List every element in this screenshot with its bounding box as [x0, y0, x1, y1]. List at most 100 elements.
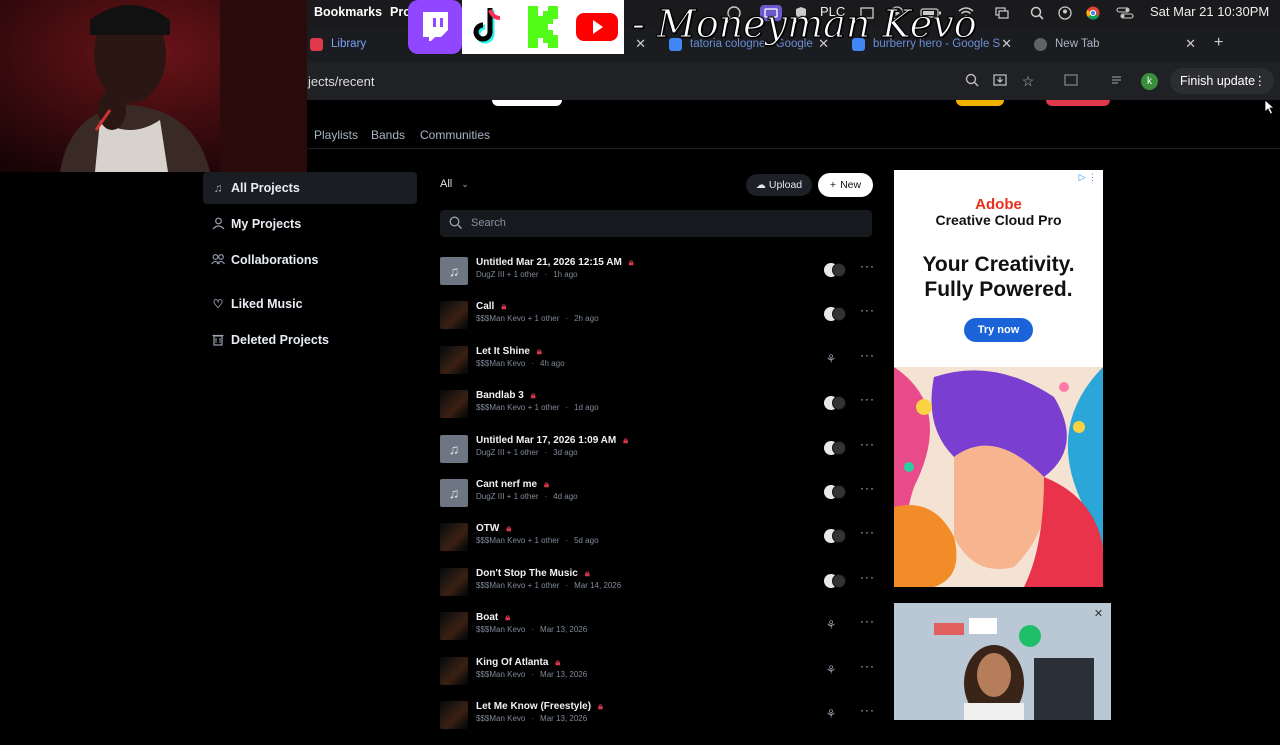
- ad-cta-button[interactable]: Try now: [964, 318, 1033, 342]
- project-title-wrap[interactable]: Cant nerf me 🔒︎: [476, 479, 549, 490]
- project-row[interactable]: Call 🔒︎ $$$Man Kevo + 1 other · 2h ago ···: [440, 301, 874, 345]
- project-row[interactable]: Bandlab 3 🔒︎ $$$Man Kevo + 1 other · 1d ago ·…: [440, 390, 874, 434]
- nav-playlists[interactable]: Playlists: [314, 128, 358, 142]
- more-options-icon[interactable]: ···: [860, 659, 875, 673]
- cover-art-thumbnail[interactable]: [440, 701, 468, 729]
- profile-avatar[interactable]: k: [1141, 73, 1158, 90]
- more-options-icon[interactable]: ···: [860, 348, 875, 362]
- project-row[interactable]: ♫ Untitled Mar 17, 2026 1:09 AM 🔒︎ DugZ III…: [440, 434, 875, 479]
- project-title-wrap[interactable]: Boat 🔒︎: [476, 612, 510, 623]
- zoom-icon[interactable]: [964, 73, 980, 89]
- tab-new-tab[interactable]: New Tab ✕: [1020, 30, 1202, 58]
- finish-update-button[interactable]: Finish update ⋮: [1170, 68, 1274, 94]
- upload-button[interactable]: ☁ Upload: [746, 174, 812, 196]
- nav-bands[interactable]: Bands: [371, 128, 405, 142]
- collaborators[interactable]: [824, 573, 852, 588]
- more-options-icon[interactable]: ···: [860, 570, 875, 584]
- control-center-icon[interactable]: [1116, 6, 1136, 20]
- tab-search-icon[interactable]: [1063, 73, 1079, 89]
- project-row[interactable]: King Of Atlanta 🔒︎ $$$Man Kevo · Mar 13, 202…: [440, 656, 875, 701]
- project-title[interactable]: King Of Atlanta: [476, 657, 548, 668]
- sidebar-item-collaborations[interactable]: Collaborations: [203, 244, 417, 276]
- more-options-icon[interactable]: ···: [860, 259, 875, 273]
- collaborators[interactable]: [824, 440, 852, 455]
- more-options-icon[interactable]: ···: [860, 481, 875, 495]
- new-tab-button[interactable]: +: [1214, 34, 1223, 52]
- search-input[interactable]: Search: [440, 210, 872, 237]
- project-title-wrap[interactable]: Don't Stop The Music 🔒︎: [476, 568, 590, 579]
- collaborators[interactable]: [824, 529, 852, 544]
- project-row[interactable]: ♫ Cant nerf me 🔒︎ DugZ III + 1 other · 4d ago…: [440, 479, 874, 523]
- project-title[interactable]: Let Me Know (Freestyle): [476, 701, 591, 712]
- cover-art-thumbnail[interactable]: [440, 345, 468, 374]
- sidebar-item-all-projects[interactable]: ♫ All Projects: [203, 172, 417, 204]
- chrome-icon[interactable]: [1086, 6, 1102, 20]
- project-title[interactable]: Cant nerf me: [476, 479, 537, 490]
- cover-art-thumbnail[interactable]: [440, 567, 468, 596]
- collaborators[interactable]: [824, 263, 852, 277]
- project-row[interactable]: Let Me Know (Freestyle) 🔒︎ $$$Man Kevo · Mar…: [440, 701, 874, 745]
- project-row[interactable]: ♫ Untitled Mar 21, 2026 12:15 AM 🔒︎ DugZ II…: [440, 257, 874, 301]
- spotlight-icon[interactable]: [1030, 6, 1046, 20]
- close-tab-icon[interactable]: ✕: [1001, 36, 1012, 52]
- nav-communities[interactable]: Communities: [420, 128, 490, 142]
- close-icon[interactable]: ✕: [1092, 608, 1105, 621]
- project-title-wrap[interactable]: Bandlab 3 🔒︎: [476, 390, 536, 401]
- user-icon[interactable]: [1058, 6, 1074, 20]
- project-row[interactable]: Let It Shine 🔒︎ $$$Man Kevo · 4h ago ⚘ ···: [440, 345, 875, 390]
- ad-video-banner[interactable]: ✕: [894, 603, 1111, 720]
- collaborators[interactable]: ⚘: [824, 618, 852, 632]
- sidebar-item-my-projects[interactable]: My Projects: [203, 208, 417, 240]
- sidebar-item-liked-music[interactable]: ♡ Liked Music: [203, 288, 417, 320]
- clock-datetime[interactable]: Sat Mar 21 10:30PM: [1150, 4, 1269, 19]
- music-note-thumbnail-icon[interactable]: ♫: [440, 434, 468, 463]
- project-title-wrap[interactable]: OTW 🔒︎: [476, 523, 511, 534]
- project-title-wrap[interactable]: Call 🔒︎: [476, 301, 506, 312]
- project-title[interactable]: Untitled Mar 17, 2026 1:09 AM: [476, 435, 616, 446]
- project-title-wrap[interactable]: Let It Shine 🔒︎: [476, 346, 542, 357]
- cover-art-thumbnail[interactable]: [440, 656, 468, 685]
- cover-art-thumbnail[interactable]: [440, 390, 468, 419]
- cover-art-thumbnail[interactable]: [440, 523, 468, 552]
- cover-art-thumbnail[interactable]: [440, 612, 468, 641]
- more-options-icon[interactable]: ···: [860, 614, 875, 628]
- collaborators[interactable]: [824, 485, 852, 499]
- music-note-thumbnail-icon[interactable]: ♫: [440, 479, 468, 507]
- collaborators[interactable]: [824, 307, 852, 322]
- filter-dropdown[interactable]: All ⌄: [440, 178, 469, 190]
- adchoices-icon[interactable]: ▷ ⋮: [1079, 172, 1097, 183]
- more-options-icon[interactable]: ···: [860, 392, 875, 406]
- project-title[interactable]: OTW: [476, 523, 499, 534]
- menu-bookmarks[interactable]: Bookmarks: [314, 5, 382, 19]
- media-queue-icon[interactable]: [1110, 73, 1126, 89]
- project-row[interactable]: Don't Stop The Music 🔒︎ $$$Man Kevo + 1 ot…: [440, 567, 875, 612]
- project-title-wrap[interactable]: Untitled Mar 21, 2026 12:15 AM 🔒︎: [476, 257, 634, 268]
- sidebar-item-deleted-projects[interactable]: Deleted Projects: [203, 324, 417, 356]
- project-title[interactable]: Let It Shine: [476, 346, 530, 357]
- more-options-icon[interactable]: ···: [860, 525, 875, 539]
- project-title[interactable]: Call: [476, 301, 494, 312]
- ad-banner[interactable]: ▷ ⋮ Adobe Creative Cloud Pro Your Creati…: [894, 170, 1103, 587]
- collaborators[interactable]: ⚘: [824, 707, 852, 721]
- collaborators[interactable]: ⚘: [824, 663, 852, 677]
- project-title[interactable]: Boat: [476, 612, 498, 623]
- more-options-icon[interactable]: ···: [860, 703, 875, 717]
- project-title-wrap[interactable]: Let Me Know (Freestyle) 🔒︎: [476, 701, 603, 712]
- cover-art-thumbnail[interactable]: [440, 301, 468, 330]
- install-app-icon[interactable]: [992, 73, 1008, 89]
- project-title-wrap[interactable]: Untitled Mar 17, 2026 1:09 AM 🔒︎: [476, 435, 628, 446]
- more-options-icon[interactable]: ···: [860, 303, 875, 317]
- project-row[interactable]: Boat 🔒︎ $$$Man Kevo · Mar 13, 2026 ⚘ ···: [440, 612, 874, 656]
- project-title[interactable]: Bandlab 3: [476, 390, 524, 401]
- screen-mirror-icon[interactable]: [995, 6, 1011, 20]
- project-title[interactable]: Untitled Mar 21, 2026 12:15 AM: [476, 257, 622, 268]
- more-options-icon[interactable]: ···: [860, 437, 875, 451]
- music-note-thumbnail-icon[interactable]: ♫: [440, 257, 468, 285]
- close-tab-icon[interactable]: ✕: [1185, 36, 1196, 52]
- project-row[interactable]: OTW 🔒︎ $$$Man Kevo + 1 other · 5d ago ···: [440, 523, 874, 567]
- collaborators[interactable]: [824, 396, 852, 411]
- project-title[interactable]: Don't Stop The Music: [476, 568, 578, 579]
- new-project-button[interactable]: + New: [818, 173, 873, 197]
- bookmark-star-icon[interactable]: ☆: [1020, 73, 1036, 89]
- collaborators[interactable]: ⚘: [824, 352, 852, 366]
